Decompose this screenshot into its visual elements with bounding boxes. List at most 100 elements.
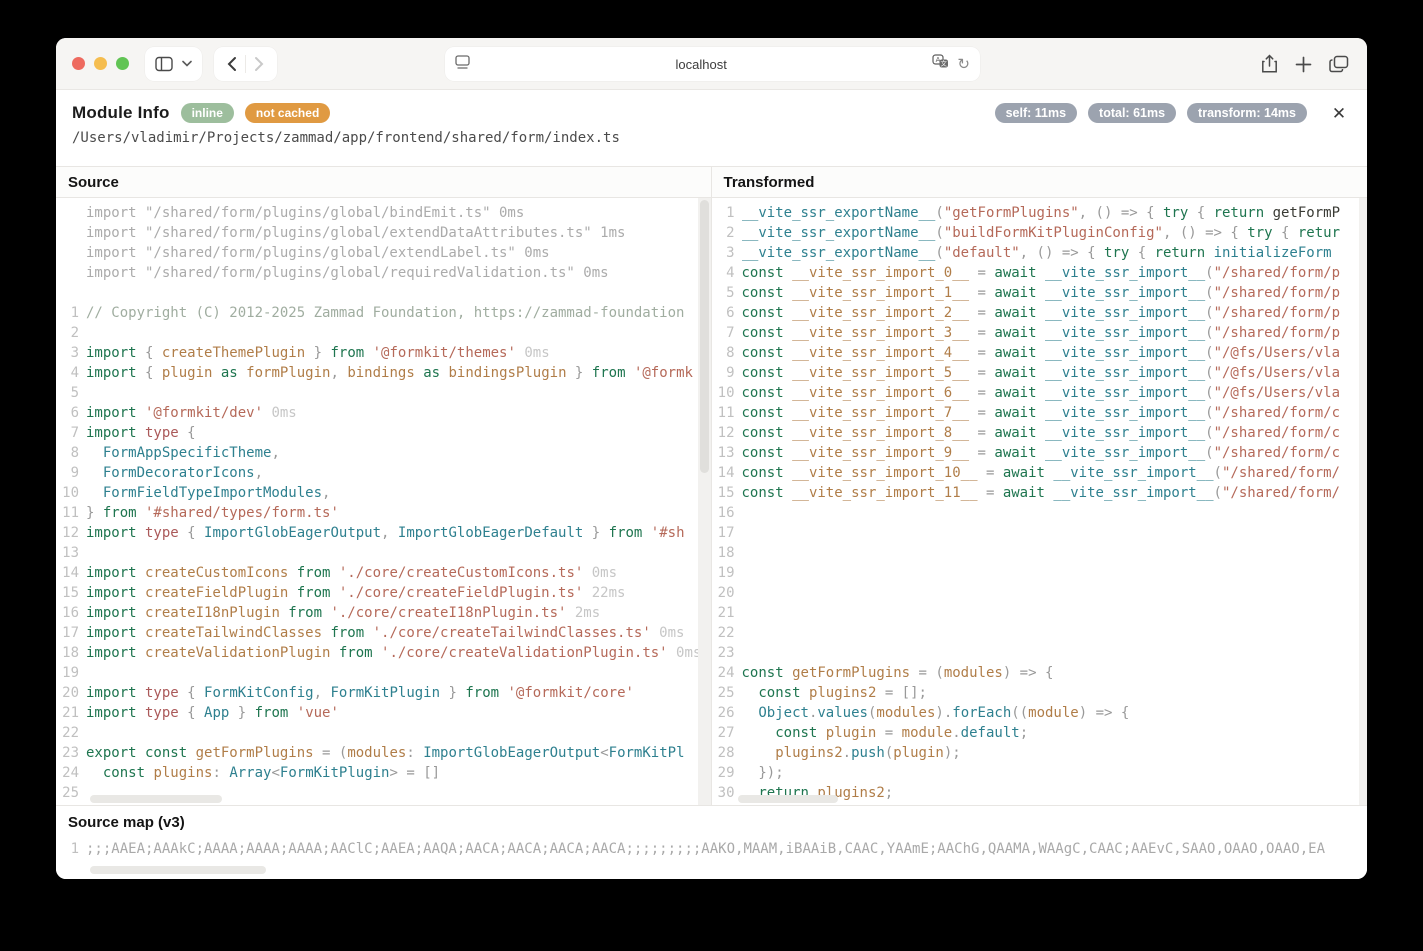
transformed-horizontal-scrollbar[interactable] [738,795,838,803]
code-line: 11const __vite_ssr_import_7__ = await __… [712,403,1368,423]
minimize-window-button[interactable] [94,57,107,70]
code-line: import "/shared/form/plugins/global/requ… [56,263,711,283]
code-line: 24const getFormPlugins = (modules) => { [712,663,1368,683]
close-icon[interactable]: ✕ [1327,102,1351,126]
translate-icon[interactable]: A 文 [932,54,949,74]
code-line: 12const __vite_ssr_import_8__ = await __… [712,423,1368,443]
new-tab-button[interactable] [1295,56,1312,73]
code-line: 15import createFieldPlugin from './core/… [56,583,711,603]
sidebar-icon [155,56,173,72]
sourcemap-mappings: ;;;AAEA;AAAkC;AAAA;AAAA;AAAA;AAClC;AAEA;… [86,838,1367,862]
back-button[interactable] [227,56,237,72]
module-path: /Users/vladimir/Projects/zammad/app/fron… [72,130,1349,146]
page-title: Module Info [72,103,170,123]
code-line: 4const __vite_ssr_import_0__ = await __v… [712,263,1368,283]
code-line: 18 [712,543,1368,563]
code-line: 17 [712,523,1368,543]
code-line: 3__vite_ssr_exportName__("default", () =… [712,243,1368,263]
code-line: 1__vite_ssr_exportName__("getFormPlugins… [712,203,1368,223]
source-panel-title: Source [56,167,712,197]
divider [245,55,246,73]
code-line: 6const __vite_ssr_import_2__ = await __v… [712,303,1368,323]
code-line: import "/shared/form/plugins/global/bind… [56,203,711,223]
source-code-panel[interactable]: import "/shared/form/plugins/global/bind… [56,198,712,805]
svg-text:文: 文 [941,59,948,68]
code-line: 1// Copyright (C) 2012-2025 Zammad Found… [56,303,711,323]
code-line: 27 const plugin = module.default; [712,723,1368,743]
sourcemap-horizontal-scrollbar[interactable] [90,866,266,874]
transformed-vertical-scrollbar[interactable] [1359,198,1367,805]
code-line [56,283,711,303]
code-line: 22 [56,723,711,743]
code-line: 5const __vite_ssr_import_1__ = await __v… [712,283,1368,303]
code-line: import "/shared/form/plugins/global/exte… [56,243,711,263]
address-bar[interactable]: localhost A 文 ↻ [445,47,980,81]
code-line: 9const __vite_ssr_import_5__ = await __v… [712,363,1368,383]
code-line: 16 [712,503,1368,523]
code-line: 2__vite_ssr_exportName__("buildFormKitPl… [712,223,1368,243]
code-line: 7const __vite_ssr_import_3__ = await __v… [712,323,1368,343]
code-line: 29 }); [712,763,1368,783]
reload-icon[interactable]: ↻ [957,57,970,72]
code-line: 20import type { FormKitConfig, FormKitPl… [56,683,711,703]
code-line: 19 [712,563,1368,583]
timing-badge: total: 61ms [1088,103,1176,123]
sourcemap-line: 1 ;;;AAEA;AAAkC;AAAA;AAAA;AAAA;AAClC;AAE… [56,838,1367,862]
page-format-icon[interactable] [455,55,470,74]
code-line: 23 [712,643,1368,663]
code-line: 7import type { [56,423,711,443]
panel-headers: Source Transformed [56,166,1367,198]
code-line: 10 FormFieldTypeImportModules, [56,483,711,503]
code-line: 5 [56,383,711,403]
code-line: 22 [712,623,1368,643]
chevron-down-icon [182,60,192,67]
code-line: 20 [712,583,1368,603]
code-line: 2 [56,323,711,343]
timing-badges: self: 11ms total: 61ms transform: 14ms [995,103,1307,123]
code-line: 14const __vite_ssr_import_10__ = await _… [712,463,1368,483]
sidebar-toggle-button[interactable] [145,47,202,81]
code-line: 16import createI18nPlugin from './core/c… [56,603,711,623]
code-line: 28 plugins2.push(plugin); [712,743,1368,763]
transformed-panel-title: Transformed [712,167,1368,197]
code-line: 8 FormAppSpecificTheme, [56,443,711,463]
code-line: 21import type { App } from 'vue' [56,703,711,723]
code-line: 10const __vite_ssr_import_6__ = await __… [712,383,1368,403]
code-line: 25 const plugins2 = []; [712,683,1368,703]
browser-toolbar: localhost A 文 ↻ [56,38,1367,90]
timing-badge: transform: 14ms [1187,103,1307,123]
source-vertical-scrollbar[interactable] [698,198,711,805]
code-line: 14import createCustomIcons from './core/… [56,563,711,583]
code-line: 4import { plugin as formPlugin, bindings… [56,363,711,383]
module-info-header: Module Info inlinenot cached self: 11mst… [56,90,1367,166]
code-line: 23export const getFormPlugins = (modules… [56,743,711,763]
tab-overview-button[interactable] [1329,55,1349,73]
code-line: 13 [56,543,711,563]
code-line: import "/shared/form/plugins/global/exte… [56,223,711,243]
status-badge: not cached [245,103,330,123]
code-line: 24 const plugins: Array<FormKitPlugin> =… [56,763,711,783]
url-text: localhost [470,57,932,72]
code-line: 21 [712,603,1368,623]
code-line: 12import type { ImportGlobEagerOutput, I… [56,523,711,543]
code-line: 26 Object.values(modules).forEach((modul… [712,703,1368,723]
zoom-window-button[interactable] [116,57,129,70]
code-line: 17import createTailwindClasses from './c… [56,623,711,643]
code-line: 11} from '#shared/types/form.ts' [56,503,711,523]
sourcemap-scroll-area [56,862,1367,879]
sourcemap-title: Source map (v3) [56,805,1367,838]
transformed-code-panel[interactable]: 1__vite_ssr_exportName__("getFormPlugins… [712,198,1368,805]
close-window-button[interactable] [72,57,85,70]
code-line: 8const __vite_ssr_import_4__ = await __v… [712,343,1368,363]
browser-window: localhost A 文 ↻ [56,38,1367,879]
timing-badge: self: 11ms [995,103,1077,123]
code-line: 15const __vite_ssr_import_11__ = await _… [712,483,1368,503]
code-line: 13const __vite_ssr_import_9__ = await __… [712,443,1368,463]
share-button[interactable] [1261,54,1278,74]
code-line: 9 FormDecoratorIcons, [56,463,711,483]
code-line: 6import '@formkit/dev' 0ms [56,403,711,423]
code-line: 18import createValidationPlugin from './… [56,643,711,663]
traffic-lights [72,57,129,70]
source-horizontal-scrollbar[interactable] [90,795,222,803]
forward-button[interactable] [254,56,264,72]
